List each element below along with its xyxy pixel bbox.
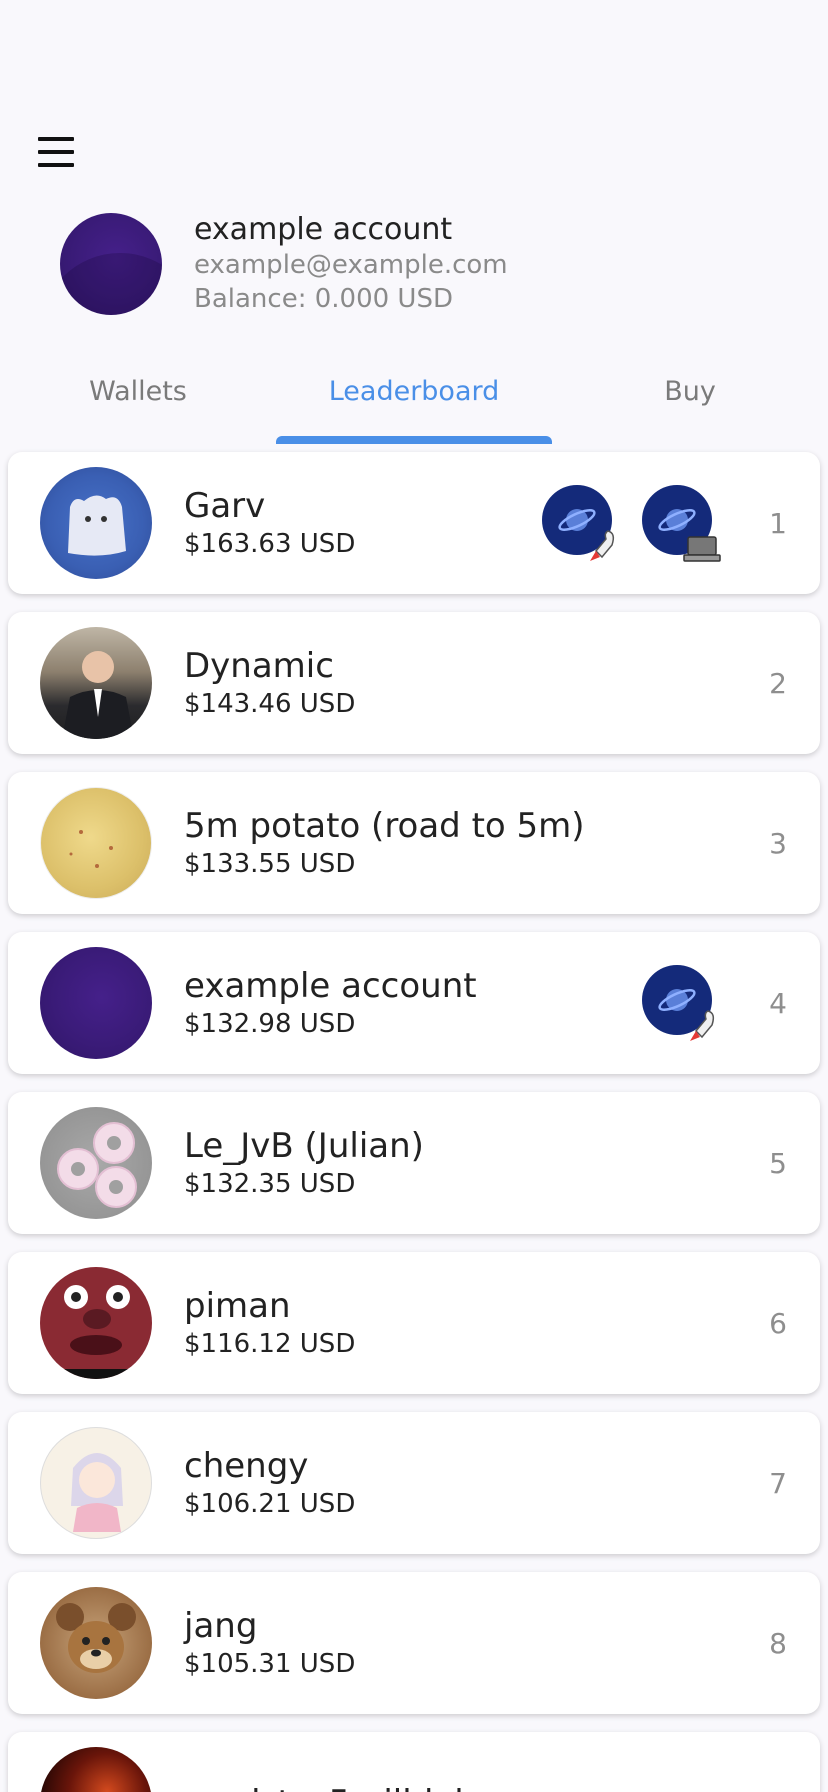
user-amount: $143.46 USD (184, 689, 356, 719)
rocket-planet-badge-icon (542, 485, 618, 561)
leaderboard-row[interactable]: Garv $163.63 USD 1 (8, 452, 820, 594)
user-name: Dynamic (184, 646, 334, 686)
leaderboard-row[interactable]: road_to_5mill-lol (8, 1732, 820, 1792)
user-avatar (40, 1747, 152, 1792)
laptop-planet-badge-icon (642, 485, 721, 562)
user-name: jang (184, 1606, 258, 1646)
user-avatar (40, 787, 152, 899)
leaderboard-row[interactable]: Le_JvB (Julian) $132.35 USD 5 (8, 1092, 820, 1234)
user-avatar (40, 627, 152, 739)
user-name: Garv (184, 486, 266, 526)
leaderboard-row[interactable]: jang $105.31 USD 8 (8, 1572, 820, 1714)
user-avatar (40, 1587, 152, 1699)
user-name: piman (184, 1286, 291, 1326)
user-amount: $133.55 USD (184, 849, 356, 879)
leaderboard-screen: example account example@example.com Bala… (0, 0, 828, 1792)
tab-buy[interactable]: Buy (552, 362, 828, 444)
user-rank: 6 (769, 1306, 787, 1340)
user-avatar (40, 947, 152, 1059)
account-name: example account (194, 212, 453, 247)
account-avatar[interactable] (60, 213, 162, 315)
tab-bar: Wallets Leaderboard Buy (0, 362, 828, 444)
account-balance: Balance: 0.000 USD (194, 284, 453, 314)
user-rank: 5 (769, 1146, 787, 1180)
user-name: chengy (184, 1446, 309, 1486)
user-amount: $105.31 USD (184, 1649, 356, 1679)
user-rank: 4 (769, 986, 787, 1020)
user-rank: 2 (769, 666, 787, 700)
user-amount: $116.12 USD (184, 1329, 356, 1359)
leaderboard-row[interactable]: Dynamic $143.46 USD 2 (8, 612, 820, 754)
tab-leaderboard[interactable]: Leaderboard (276, 362, 552, 444)
user-avatar (40, 1267, 152, 1379)
user-amount: $132.98 USD (184, 1009, 356, 1039)
user-amount: $132.35 USD (184, 1169, 356, 1199)
user-name: example account (184, 966, 477, 1006)
user-avatar (40, 1427, 152, 1539)
user-rank: 3 (769, 826, 787, 860)
rocket-planet-badge-icon (642, 965, 718, 1041)
user-rank: 1 (769, 506, 787, 540)
tab-wallets[interactable]: Wallets (0, 362, 276, 444)
user-avatar (40, 1107, 152, 1219)
user-avatar (40, 467, 152, 579)
leaderboard-row[interactable]: example account $132.98 USD 4 (8, 932, 820, 1074)
user-rank: 8 (769, 1626, 787, 1660)
user-rank: 7 (769, 1466, 787, 1500)
user-amount: $106.21 USD (184, 1489, 356, 1519)
leaderboard-row[interactable]: chengy $106.21 USD 7 (8, 1412, 820, 1554)
leaderboard-row[interactable]: piman $116.12 USD 6 (8, 1252, 820, 1394)
user-name: Le_JvB (Julian) (184, 1126, 424, 1166)
account-header: example account example@example.com Bala… (60, 212, 508, 316)
account-email: example@example.com (194, 250, 508, 280)
user-name: 5m potato (road to 5m) (184, 806, 585, 846)
user-name: road_to_5mill-lol (184, 1782, 758, 1792)
leaderboard-row[interactable]: 5m potato (road to 5m) $133.55 USD 3 (8, 772, 820, 914)
user-amount: $163.63 USD (184, 529, 356, 559)
hamburger-menu-icon[interactable] (30, 134, 82, 170)
